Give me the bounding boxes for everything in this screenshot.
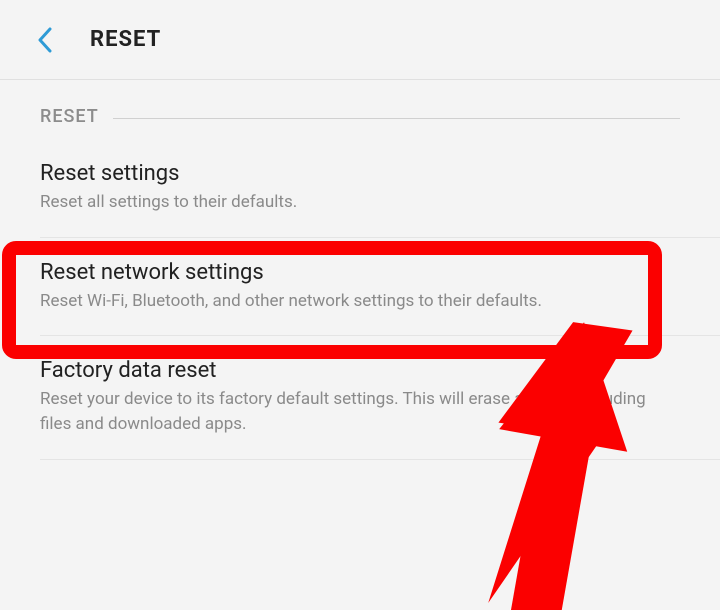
reset-network-settings-item[interactable]: Reset network settings Reset Wi-Fi, Blue… [0, 238, 720, 336]
list-item-title: Reset settings [40, 161, 680, 186]
appbar: RESET [0, 0, 720, 80]
reset-settings-item[interactable]: Reset settings Reset all settings to the… [0, 139, 720, 237]
page-title: RESET [90, 27, 161, 52]
list-item-subtitle: Reset your device to its factory default… [40, 387, 680, 436]
back-icon[interactable] [30, 25, 60, 55]
factory-data-reset-item[interactable]: Factory data reset Reset your device to … [0, 336, 720, 458]
settings-list: Reset settings Reset all settings to the… [0, 139, 720, 460]
list-item-title: Reset network settings [40, 260, 680, 285]
divider [40, 459, 720, 460]
list-item-subtitle: Reset Wi-Fi, Bluetooth, and other networ… [40, 289, 680, 314]
list-item-subtitle: Reset all settings to their defaults. [40, 190, 680, 215]
list-item-title: Factory data reset [40, 358, 680, 383]
section-header: RESET [0, 80, 720, 139]
section-divider [113, 118, 680, 119]
content: RESET Reset settings Reset all settings … [0, 80, 720, 460]
section-header-label: RESET [40, 106, 99, 127]
